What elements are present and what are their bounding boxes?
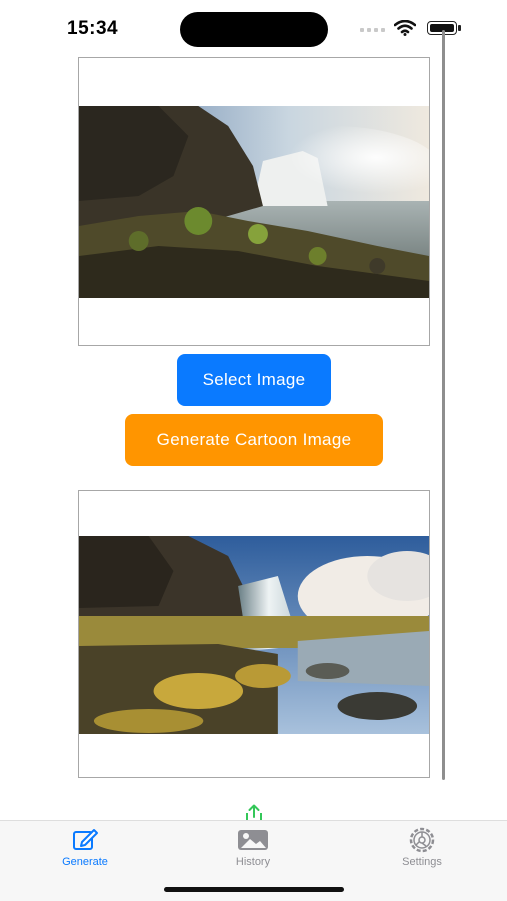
tab-label: Generate [62, 856, 108, 868]
source-image-frame [78, 57, 430, 346]
edit-icon [35, 827, 135, 853]
tab-label: Settings [402, 856, 442, 868]
scroll-indicator[interactable] [442, 30, 445, 780]
source-image [79, 106, 429, 298]
photo-icon [203, 827, 303, 853]
tab-settings[interactable]: Settings [372, 827, 472, 868]
select-image-button[interactable]: Select Image [177, 354, 331, 406]
generate-cartoon-button[interactable]: Generate Cartoon Image [125, 414, 383, 466]
tab-generate[interactable]: Generate [35, 827, 135, 868]
tab-label: History [235, 856, 271, 868]
home-indicator [164, 887, 344, 892]
signal-icon [360, 28, 385, 32]
gear-icon [372, 827, 472, 853]
wifi-icon [394, 20, 416, 36]
tab-history[interactable]: History [203, 827, 303, 868]
result-image [79, 536, 429, 734]
status-time: 15:34 [67, 18, 119, 39]
dynamic-island [180, 12, 328, 47]
result-image-frame [78, 490, 430, 778]
